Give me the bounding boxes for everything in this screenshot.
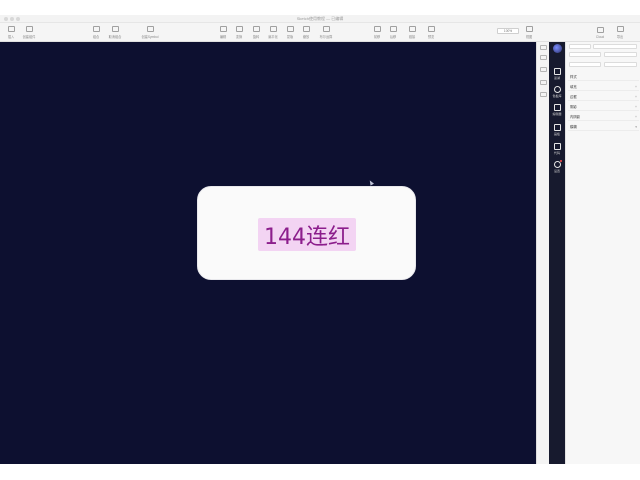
plugin-item-editor[interactable]: 编辑器 xyxy=(549,104,565,116)
add-shadow-icon[interactable]: + xyxy=(635,104,637,111)
height-field[interactable] xyxy=(604,62,637,67)
highlighted-text-label[interactable]: 144连红 xyxy=(258,218,356,251)
toolbar-insert-button[interactable]: 插入 xyxy=(4,24,18,41)
toolbar-backward-button[interactable]: 后移 xyxy=(386,24,400,41)
toolbar-mask-button[interactable]: 蒙版 xyxy=(283,24,297,41)
add-fill-icon[interactable]: + xyxy=(635,84,637,91)
layers-icon[interactable] xyxy=(540,45,547,50)
plugin-item-code[interactable]: 代码 xyxy=(549,143,565,155)
symbol-icon xyxy=(146,26,154,32)
view-icon xyxy=(525,26,533,32)
component-icon xyxy=(25,26,33,32)
plus-icon xyxy=(7,26,15,32)
editor-icon xyxy=(553,104,561,111)
forward-icon xyxy=(373,26,381,32)
group-icon xyxy=(92,26,100,32)
toolbar-link-button[interactable]: 链接 xyxy=(405,24,419,41)
align-toolbar[interactable] xyxy=(569,44,591,49)
artboard-icon xyxy=(553,124,561,131)
grid-view-icon[interactable] xyxy=(540,92,547,97)
fill-section[interactable]: 填充 + xyxy=(568,84,639,91)
plugin-item-settings[interactable]: 设置 xyxy=(549,161,565,173)
preview-icon xyxy=(427,26,435,32)
flatten-icon xyxy=(269,26,277,32)
inspector-column xyxy=(536,42,549,464)
rotate-icon xyxy=(252,26,260,32)
position-x-field[interactable] xyxy=(569,52,601,57)
window-titlebar: Sketch使用教程 — 已编辑 xyxy=(0,15,640,23)
link-icon xyxy=(408,26,416,32)
export-icon xyxy=(616,26,624,32)
toolbar-export-button[interactable]: 导出 xyxy=(614,24,626,41)
plugin-item-artboard[interactable]: 画板 xyxy=(549,124,565,136)
toolbar-group-button[interactable]: 组合 xyxy=(88,24,104,41)
plugin-item-palette[interactable]: 色板库 xyxy=(549,86,565,98)
code-icon xyxy=(553,143,561,150)
edit-icon xyxy=(219,26,227,32)
toolbar-create-symbol-button[interactable]: 创建Symbol xyxy=(140,24,160,41)
plugin-sidebar: 蓝湖 色板库 编辑器 画板 代码 设置 xyxy=(549,42,565,464)
palette-icon xyxy=(553,86,561,93)
toolbar-forward-button[interactable]: 前移 xyxy=(370,24,384,41)
blur-section[interactable]: 模糊 ▾ xyxy=(568,124,639,131)
zoom-level-field[interactable]: 100% xyxy=(497,28,519,34)
notification-badge xyxy=(560,160,562,162)
main-toolbar: 插入 创建组件 组合 取消组合 创建Symbol 编辑 变换 旋转 扁平化 蒙版… xyxy=(0,23,640,42)
scale-icon xyxy=(302,26,310,32)
toolbar-rotate-button[interactable]: 旋转 xyxy=(249,24,263,41)
boolean-icon xyxy=(322,26,330,32)
toolbar-edit-button[interactable]: 编辑 xyxy=(216,24,230,41)
cloud-icon xyxy=(596,26,604,33)
design-canvas[interactable]: 144连红 xyxy=(0,42,536,464)
ungroup-icon xyxy=(111,26,119,32)
toolbar-transform-button[interactable]: 变换 xyxy=(232,24,246,41)
border-section[interactable]: 边框 + xyxy=(568,94,639,101)
toolbar-scale-button[interactable]: 缩放 xyxy=(299,24,313,41)
text-card[interactable]: 144连红 xyxy=(197,186,416,280)
shadow-section[interactable]: 阴影 + xyxy=(568,104,639,111)
blur-toggle-icon[interactable]: ▾ xyxy=(635,124,637,131)
position-y-field[interactable] xyxy=(604,52,637,57)
toolbar-view-button[interactable]: 视图 xyxy=(523,24,535,41)
bottom-margin xyxy=(0,464,640,480)
properties-panel: 样式 填充 + 边框 + 阴影 + 内阴影 + 模糊 ▾ xyxy=(565,42,640,464)
toolbar-boolean-button[interactable]: 布尔运算 xyxy=(316,24,336,41)
settings-icon xyxy=(553,161,561,168)
inner-shadow-section[interactable]: 内阴影 + xyxy=(568,114,639,121)
components-icon[interactable] xyxy=(540,67,547,72)
avatar[interactable] xyxy=(553,44,562,53)
transform-icon xyxy=(235,26,243,32)
mouse-cursor-icon xyxy=(368,179,374,186)
pages-icon[interactable] xyxy=(540,55,547,60)
toolbar-ungroup-button[interactable]: 取消组合 xyxy=(106,24,124,41)
style-section[interactable]: 样式 xyxy=(568,74,639,81)
add-border-icon[interactable]: + xyxy=(635,94,637,101)
backward-icon xyxy=(389,26,397,32)
width-field[interactable] xyxy=(569,62,601,67)
distribute-toolbar[interactable] xyxy=(593,44,637,49)
toolbar-create-component-button[interactable]: 创建组件 xyxy=(20,24,38,41)
toolbar-preview-button[interactable]: 预览 xyxy=(424,24,438,41)
plugin-item-lanhu[interactable]: 蓝湖 xyxy=(549,68,565,80)
symbols-icon[interactable] xyxy=(540,80,547,85)
toolbar-cloud-button[interactable]: Cloud xyxy=(594,24,606,41)
window-title: Sketch使用教程 — 已编辑 xyxy=(296,16,344,21)
add-inner-shadow-icon[interactable]: + xyxy=(635,114,637,121)
grid-icon xyxy=(553,68,561,75)
mask-icon xyxy=(286,26,294,32)
toolbar-flatten-button[interactable]: 扁平化 xyxy=(265,24,281,41)
